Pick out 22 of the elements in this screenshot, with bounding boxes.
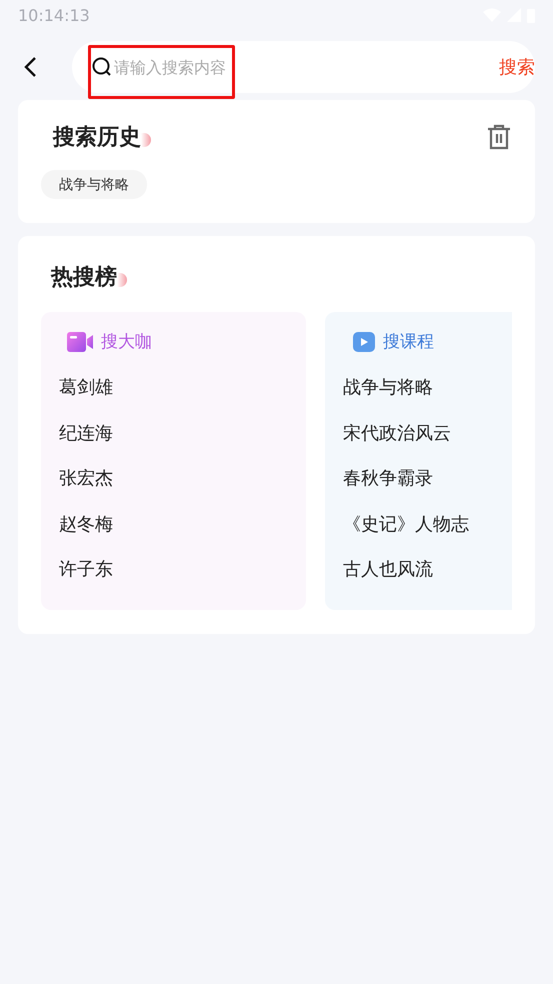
ranking-item[interactable]: 许子东 bbox=[59, 547, 306, 592]
search-field[interactable]: 请输入搜索内容 bbox=[114, 58, 254, 76]
section-title: 搜索历史 bbox=[53, 123, 141, 151]
history-tag[interactable]: 战争与将略 bbox=[41, 170, 147, 199]
ranking-item[interactable]: 赵冬梅 bbox=[59, 502, 306, 547]
ranking-item[interactable]: 宋代政治风云 bbox=[343, 410, 512, 456]
play-icon bbox=[353, 332, 375, 352]
ranking-item[interactable]: 古人也风流 bbox=[343, 547, 512, 592]
ranking-item[interactable]: 战争与将略 bbox=[343, 365, 512, 410]
search-icon bbox=[92, 57, 112, 77]
ranking-item[interactable]: 春秋争霸录 bbox=[343, 456, 512, 502]
ranking-item[interactable]: 葛剑雄 bbox=[59, 365, 306, 410]
search-button[interactable]: 搜索 bbox=[499, 55, 535, 79]
ranking-item[interactable]: 张宏杰 bbox=[59, 456, 306, 502]
section-title: 热搜榜 bbox=[51, 263, 117, 291]
ranking-item[interactable]: 纪连海 bbox=[59, 410, 306, 456]
ranking-item[interactable]: 《史记》人物志 bbox=[343, 502, 512, 547]
panel-title: 搜课程 bbox=[383, 331, 434, 353]
video-camera-icon bbox=[67, 332, 93, 352]
delete-button[interactable] bbox=[486, 124, 512, 150]
status-time: 10:14:13 bbox=[18, 6, 90, 24]
panel-title: 搜大咖 bbox=[101, 331, 152, 353]
